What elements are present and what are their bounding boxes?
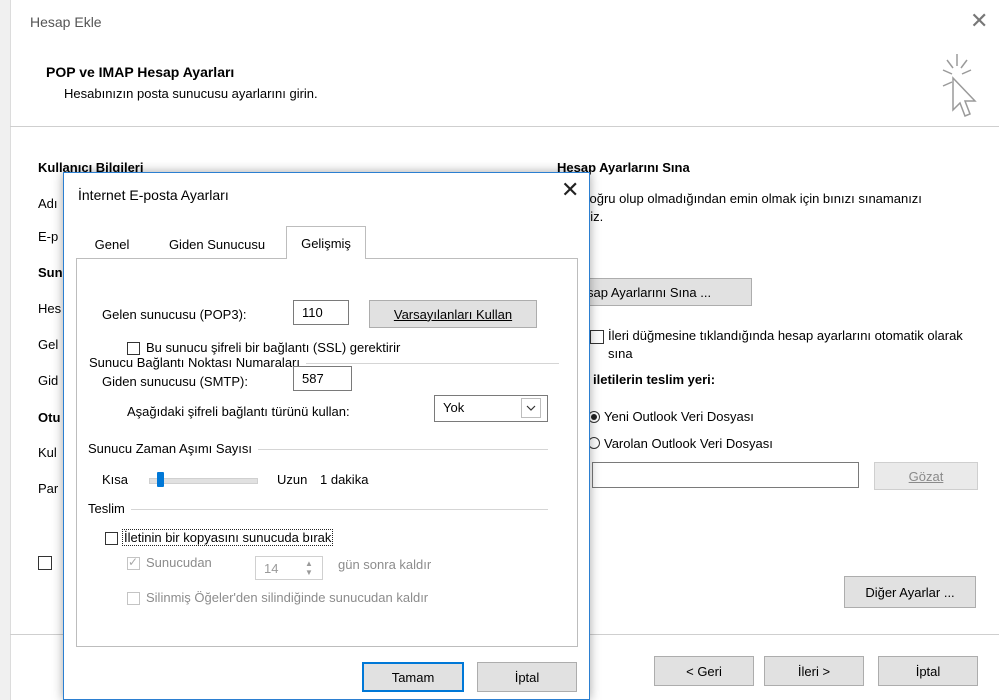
cursor-sparkle-icon bbox=[935, 52, 979, 125]
left-label-username: Kul bbox=[38, 445, 57, 460]
browse-button[interactable]: Gözat bbox=[874, 462, 978, 490]
ok-button[interactable]: Tamam bbox=[362, 662, 464, 692]
data-file-path-input[interactable] bbox=[592, 462, 859, 488]
wizard-header-title: POP ve IMAP Hesap Ayarları bbox=[46, 64, 235, 80]
use-defaults-button[interactable]: Varsayılanları Kullan bbox=[369, 300, 537, 328]
wizard-header-subtitle: Hesabınızın posta sunucusu ayarlarını gi… bbox=[64, 86, 318, 101]
left-label-name: Adı bbox=[38, 196, 58, 211]
auto-test-label: İleri düğmesine tıklandığında hesap ayar… bbox=[608, 328, 963, 361]
use-defaults-label: Varsayılanları Kullan bbox=[393, 306, 513, 322]
dialog-close-icon[interactable]: ✕ bbox=[561, 177, 579, 203]
server-info-heading: Sun bbox=[38, 265, 63, 280]
wizard-close-icon[interactable]: ✕ bbox=[970, 8, 988, 34]
dialog-title: İnternet E-posta Ayarları bbox=[78, 187, 229, 203]
deliver-to-title: iletilerin teslim yeri: bbox=[593, 372, 716, 387]
chevron-down-icon bbox=[521, 398, 541, 418]
auto-test-checkbox[interactable] bbox=[590, 330, 604, 344]
remove-after-days-suffix: gün sonra kaldır bbox=[338, 557, 432, 572]
delivery-group-title: Teslim bbox=[88, 501, 131, 516]
remove-when-deleted-checkbox[interactable] bbox=[127, 592, 140, 605]
left-label-email: E-p bbox=[38, 229, 59, 244]
encryption-type-select[interactable]: Yok bbox=[434, 395, 548, 422]
delivery-group-line bbox=[88, 509, 548, 510]
encryption-type-value: Yok bbox=[443, 400, 465, 415]
incoming-server-label: Gelen sunucusu (POP3): bbox=[102, 307, 247, 322]
tab-outgoing-server[interactable]: Giden Sunucusu bbox=[148, 230, 286, 258]
existing-data-file-label: Varolan Outlook Veri Dosyası bbox=[604, 436, 773, 451]
timeout-group-title: Sunucu Zaman Aşımı Sayısı bbox=[88, 441, 259, 456]
next-button[interactable]: İleri > bbox=[764, 656, 864, 686]
outgoing-port-input[interactable]: 587 bbox=[293, 366, 352, 391]
days-spinner-icon[interactable]: ▲ ▼ bbox=[302, 558, 316, 578]
ssl-required-label: Bu sunucu şifreli bir bağlantı (SSL) ger… bbox=[146, 340, 401, 355]
remove-when-deleted-label: Silinmiş Öğeler'den silindiğinde sunucud… bbox=[146, 590, 429, 605]
wizard-cancel-button[interactable]: İptal bbox=[878, 656, 978, 686]
test-settings-description: erin doğru olup olmadığından emin olmak … bbox=[557, 191, 922, 224]
incoming-port-input[interactable]: 110 bbox=[293, 300, 349, 325]
tab-advanced[interactable]: Gelişmiş bbox=[286, 226, 366, 259]
left-label-account-type: Hes bbox=[38, 301, 62, 316]
dialog-cancel-button[interactable]: İptal bbox=[477, 662, 577, 692]
timeout-value: 1 dakika bbox=[320, 472, 369, 487]
timeout-slider-track[interactable] bbox=[149, 478, 258, 484]
logon-info-heading: Otu bbox=[38, 410, 61, 425]
left-label-password: Par bbox=[38, 481, 59, 496]
outgoing-server-label: Giden sunucusu (SMTP): bbox=[102, 374, 248, 389]
remember-password-checkbox[interactable] bbox=[38, 556, 52, 570]
ports-group-title: Sunucu Bağlantı Noktası Numaraları bbox=[89, 355, 306, 370]
keep-copy-checkbox[interactable] bbox=[105, 532, 118, 545]
new-data-file-label: Yeni Outlook Veri Dosyası bbox=[604, 409, 754, 424]
remove-after-days-checkbox[interactable] bbox=[127, 555, 140, 570]
timeout-short-label: Kısa bbox=[102, 472, 129, 487]
header-separator bbox=[10, 126, 999, 127]
left-window-edge bbox=[0, 0, 11, 700]
left-label-outgoing: Gid bbox=[38, 373, 59, 388]
left-label-incoming: Gel bbox=[38, 337, 59, 352]
internet-email-settings-dialog: İnternet E-posta Ayarları ✕ Genel Giden … bbox=[63, 172, 590, 700]
encryption-type-label: Aşağıdaki şifreli bağlantı türünü kullan… bbox=[127, 404, 350, 419]
wizard-title: Hesap Ekle bbox=[30, 14, 102, 30]
back-button[interactable]: < Geri bbox=[654, 656, 754, 686]
browse-button-label: Gözat bbox=[908, 468, 944, 484]
timeout-slider-thumb[interactable] bbox=[157, 472, 165, 487]
remove-after-days-label: Sunucudan bbox=[146, 555, 212, 570]
timeout-long-label: Uzun bbox=[277, 472, 308, 487]
keep-copy-label: İletinin bir kopyasını sunucuda bırak bbox=[122, 529, 334, 546]
more-settings-button[interactable]: Diğer Ayarlar ... bbox=[844, 576, 976, 608]
tab-general[interactable]: Genel bbox=[76, 230, 148, 258]
ssl-required-checkbox[interactable] bbox=[127, 342, 140, 355]
